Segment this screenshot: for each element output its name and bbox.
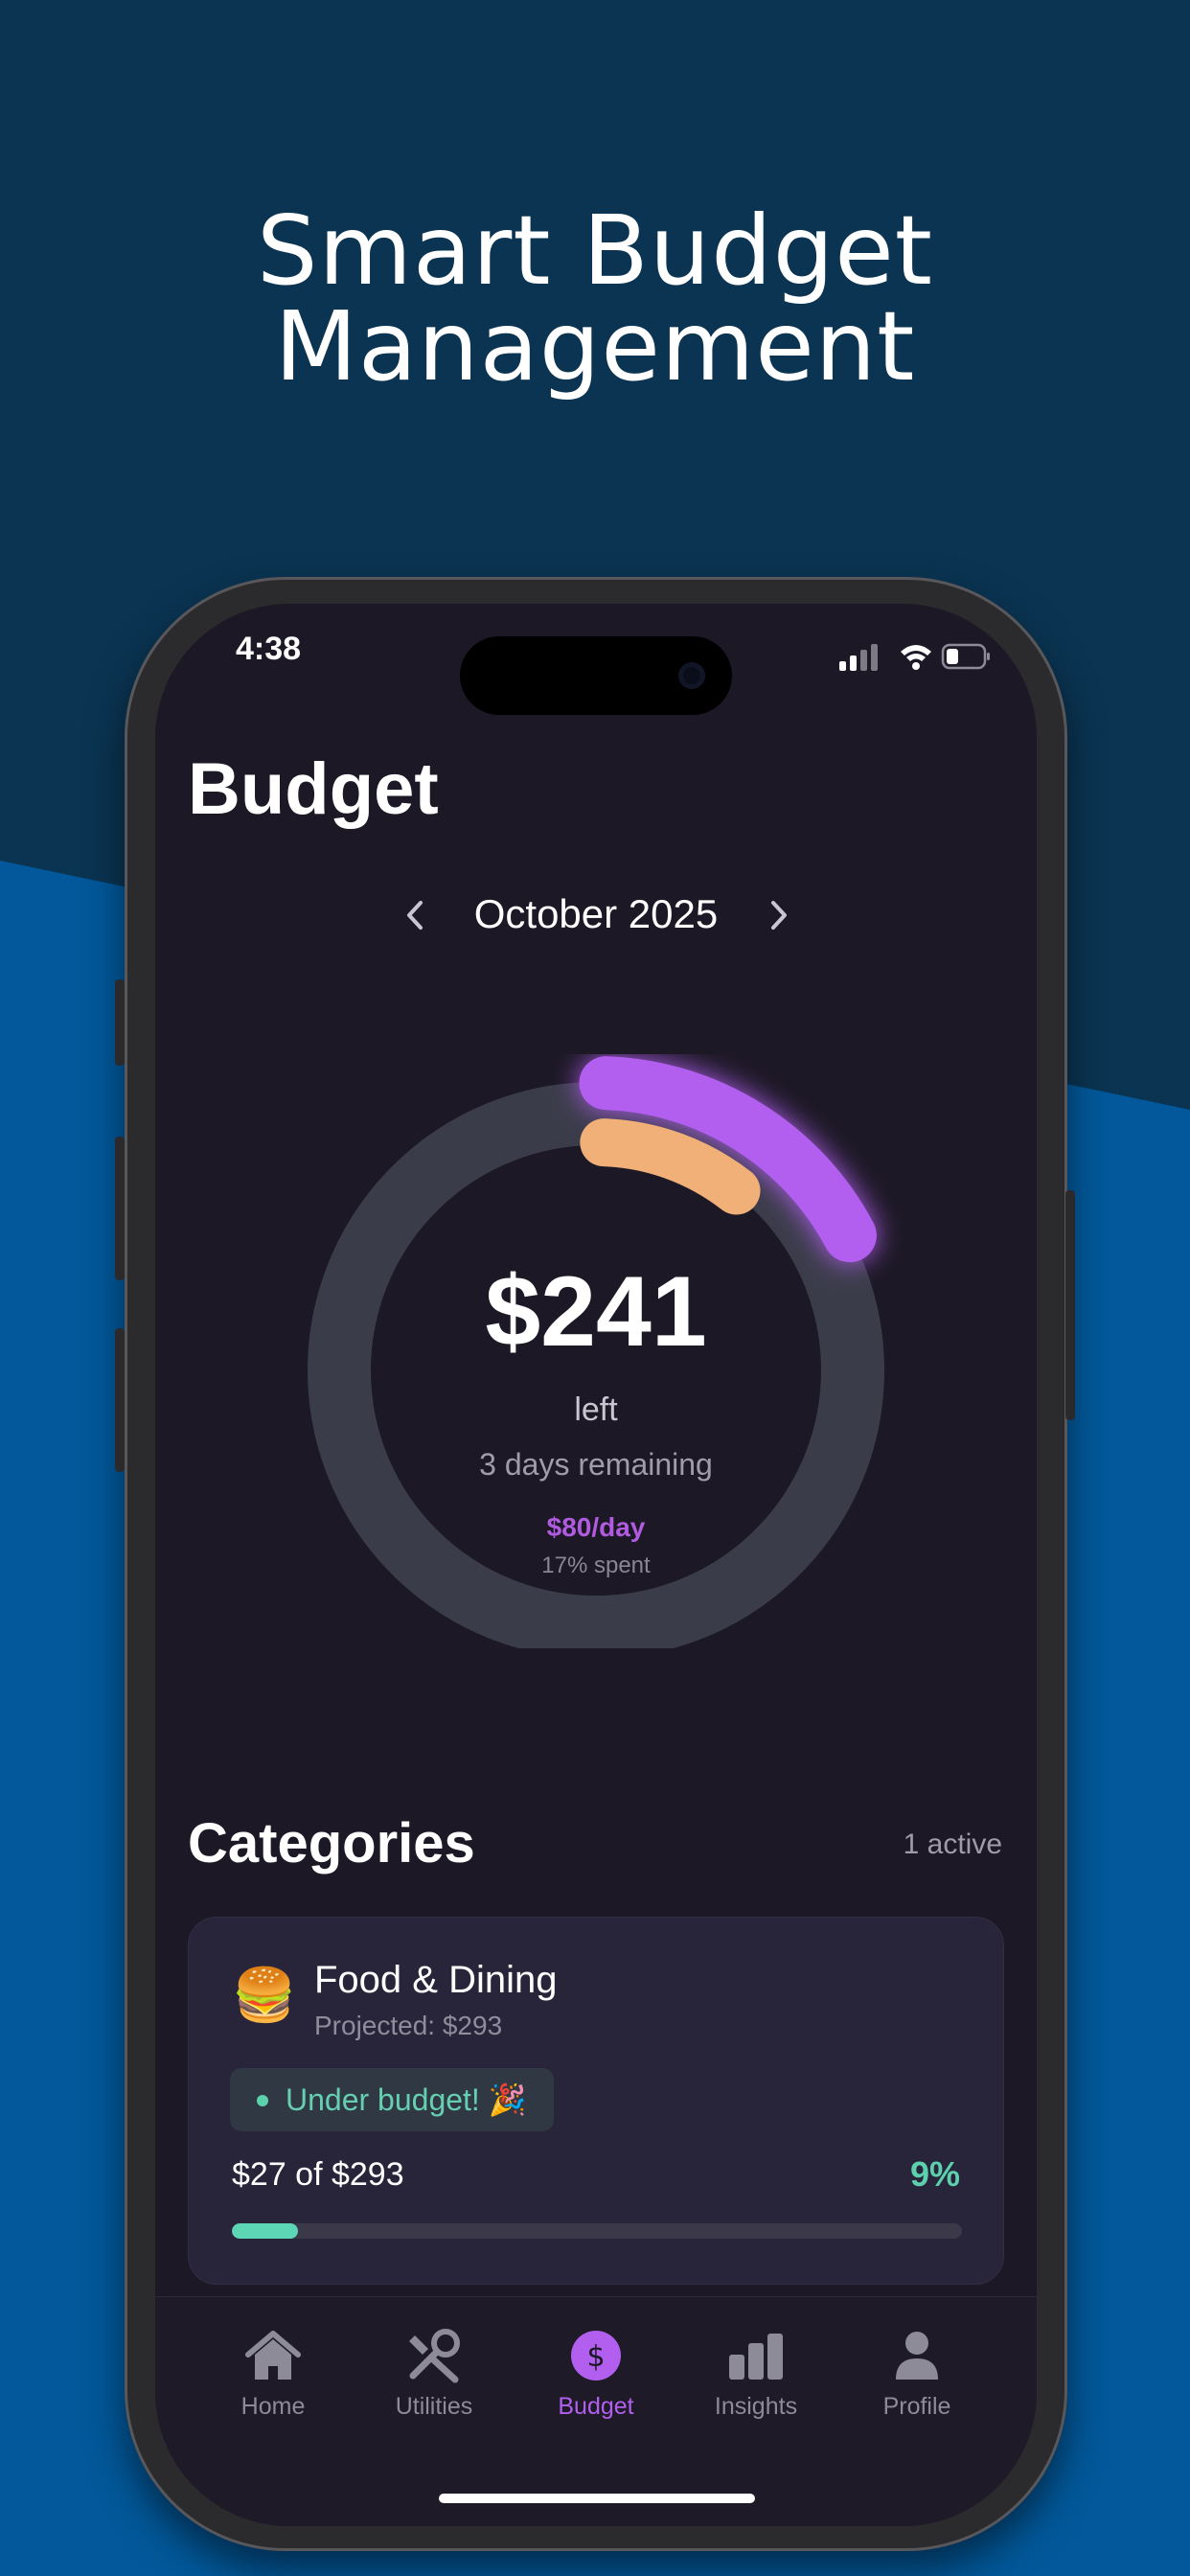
phone-action-button xyxy=(115,979,125,1066)
tools-icon xyxy=(409,2329,460,2383)
home-icon xyxy=(245,2331,301,2380)
status-time: 4:38 xyxy=(236,631,302,667)
per-day-allowance: $80/day xyxy=(546,1512,646,1542)
home-indicator xyxy=(439,2494,755,2503)
bar-chart-icon xyxy=(729,2334,783,2380)
tab-home-label: Home xyxy=(240,2393,306,2420)
status-icons xyxy=(839,643,990,671)
days-remaining: 3 days remaining xyxy=(479,1447,713,1482)
category-spent-of: $27 of $293 xyxy=(232,2156,404,2193)
battery-icon xyxy=(941,643,990,670)
headline-line-2: Management xyxy=(274,290,916,402)
phone-power-button xyxy=(1065,1190,1075,1420)
category-projected: Projected: $293 xyxy=(314,2011,503,2040)
status-dot-icon xyxy=(257,2095,268,2106)
categories-active-count: 1 active xyxy=(903,1828,1002,1860)
budget-ring: $241 left 3 days remaining $80/day 17% s… xyxy=(155,1054,1037,1648)
headline-line-1: Smart Budget xyxy=(257,195,933,307)
ring-arc-inner xyxy=(580,1118,761,1215)
status-badge: Under budget! 🎉 xyxy=(230,2068,554,2131)
dollar-icon: $ xyxy=(571,2331,621,2380)
tab-utilities-label: Utilities xyxy=(395,2393,473,2420)
tab-budget-label: Budget xyxy=(558,2393,634,2420)
category-card[interactable]: 🍔 Food & Dining Projected: $293 Under bu… xyxy=(188,1917,1004,2285)
camera-icon xyxy=(678,662,705,689)
amount-left: $241 xyxy=(485,1256,707,1368)
promo-headline: Smart Budget Management xyxy=(0,203,1190,395)
tab-home[interactable]: Home xyxy=(192,2326,355,2431)
category-percent: 9% xyxy=(909,2154,960,2194)
signal-icon xyxy=(839,644,878,671)
month-label: October 2025 xyxy=(473,891,719,936)
status-badge-label: Under budget! 🎉 xyxy=(286,2082,527,2117)
chevron-right-icon[interactable] xyxy=(755,891,803,939)
amount-left-label: left xyxy=(574,1392,618,1428)
phone-volume-down-button xyxy=(115,1328,125,1472)
dynamic-island xyxy=(460,636,732,715)
tab-bar: Home Utilities $ Budget Insights Profile xyxy=(155,2296,1037,2526)
wifi-icon xyxy=(901,645,931,670)
tab-insights[interactable]: Insights xyxy=(675,2326,837,2431)
category-progress-bar xyxy=(232,2223,962,2239)
phone-screen: 4:38 Budget October 2025 $241 left 3 day… xyxy=(155,604,1037,2526)
category-progress-fill xyxy=(232,2223,298,2239)
tab-profile-label: Profile xyxy=(882,2393,951,2420)
categories-title: Categories xyxy=(188,1812,475,1874)
percent-spent: 17% spent xyxy=(541,1552,651,1578)
tab-utilities[interactable]: Utilities xyxy=(353,2326,515,2431)
category-name: Food & Dining xyxy=(314,1959,558,2001)
tab-budget[interactable]: $ Budget xyxy=(515,2326,677,2431)
tab-insights-label: Insights xyxy=(714,2393,798,2420)
person-icon xyxy=(896,2332,938,2380)
tab-profile[interactable]: Profile xyxy=(835,2326,998,2431)
burger-icon: 🍔 xyxy=(232,1966,297,2024)
phone-volume-up-button xyxy=(115,1137,125,1280)
month-selector: October 2025 xyxy=(155,882,1037,949)
page-title: Budget xyxy=(188,748,439,830)
ring-track xyxy=(308,1082,884,1648)
svg-text:$: $ xyxy=(586,2340,605,2374)
